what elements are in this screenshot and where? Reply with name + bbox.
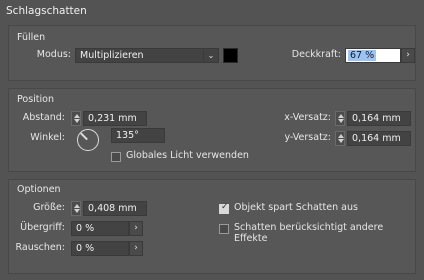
- honor-effects-label: Schatten berücksichtigt andere Effekte: [234, 222, 384, 244]
- options-section: Optionen Größe: 0,408 mm Übergriff: 0 % …: [8, 179, 416, 274]
- distance-input[interactable]: 0,231 mm: [83, 111, 147, 126]
- blend-mode-dropdown[interactable]: Multiplizieren ⌄: [75, 48, 219, 63]
- chevron-down-icon: ⌄: [203, 49, 218, 62]
- noise-arrow-button[interactable]: ›: [129, 241, 143, 256]
- shadow-color-swatch[interactable]: [223, 48, 238, 63]
- honor-effects-checkbox[interactable]: [219, 224, 229, 234]
- noise-input[interactable]: 0 %: [71, 241, 129, 256]
- angle-dial[interactable]: [77, 129, 99, 151]
- x-offset-stepper[interactable]: [335, 111, 345, 126]
- opacity-value: 67 %: [348, 50, 377, 61]
- noise-label: Rauschen:: [15, 242, 66, 253]
- global-light-checkbox[interactable]: [111, 152, 121, 162]
- blend-mode-value: Multiplizieren: [80, 50, 144, 61]
- mode-label: Modus:: [36, 49, 71, 60]
- position-section: Position Abstand: 0,231 mm Winkel: 135° …: [8, 88, 416, 172]
- angle-input[interactable]: 135°: [111, 128, 165, 143]
- y-offset-input[interactable]: 0,164 mm: [347, 131, 411, 146]
- size-stepper[interactable]: [71, 201, 81, 216]
- fill-section: Füllen Modus: Multiplizieren ⌄ Deckkraft…: [8, 25, 416, 81]
- spread-label: Übergriff:: [20, 222, 65, 233]
- opacity-arrow-button[interactable]: ›: [401, 48, 415, 63]
- options-heading: Optionen: [17, 184, 61, 195]
- y-offset-stepper[interactable]: [335, 131, 345, 146]
- opacity-input[interactable]: 67 %: [345, 48, 401, 63]
- global-light-label: Globales Licht verwenden: [126, 150, 249, 161]
- opacity-label: Deckkraft:: [291, 49, 341, 60]
- angle-label: Winkel:: [30, 132, 65, 143]
- drop-shadow-panel: Schlagschatten Füllen Modus: Multiplizie…: [0, 0, 424, 280]
- knockout-label: Objekt spart Schatten aus: [234, 202, 358, 213]
- spread-input[interactable]: 0 %: [71, 221, 129, 236]
- x-offset-input[interactable]: 0,164 mm: [347, 111, 411, 126]
- size-label: Größe:: [33, 202, 65, 213]
- knockout-checkbox[interactable]: [219, 202, 229, 214]
- y-offset-label: y-Versatz:: [284, 132, 331, 143]
- angle-dial-needle: [80, 132, 88, 141]
- spread-arrow-button[interactable]: ›: [129, 221, 143, 236]
- fill-heading: Füllen: [17, 32, 46, 43]
- x-offset-label: x-Versatz:: [284, 112, 331, 123]
- position-heading: Position: [17, 94, 54, 105]
- panel-title: Schlagschatten: [6, 5, 87, 17]
- distance-label: Abstand:: [22, 112, 65, 123]
- size-input[interactable]: 0,408 mm: [83, 201, 147, 216]
- distance-stepper[interactable]: [71, 111, 81, 126]
